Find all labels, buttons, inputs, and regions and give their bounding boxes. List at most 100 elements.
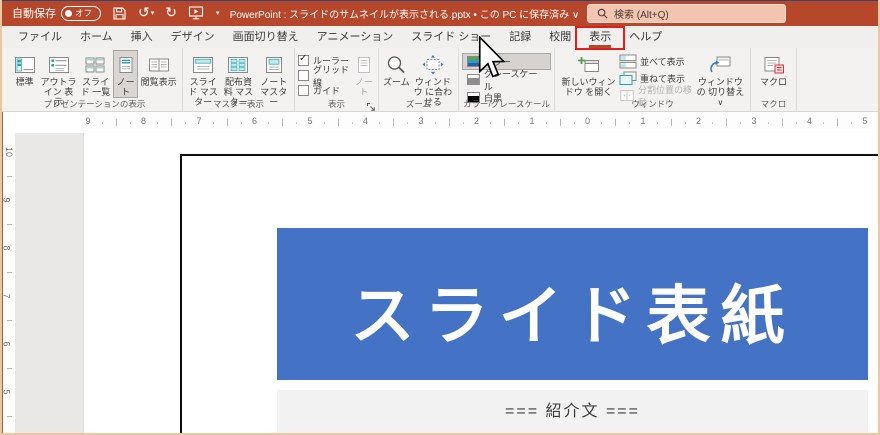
undo-icon: ↺ <box>138 6 150 20</box>
outline-view-icon <box>48 53 70 77</box>
saved-status-caret-icon: ∨ <box>572 10 579 21</box>
slide-sorter-button[interactable]: スライド 一覧 <box>78 50 113 98</box>
tab-file[interactable]: ファイル <box>9 27 71 48</box>
search-input[interactable]: 検索 (Alt+Q) <box>587 4 786 23</box>
button-label: ノート <box>354 77 374 97</box>
fit-to-window-icon <box>422 53 444 77</box>
button-label: ノート <box>114 77 137 97</box>
arrange-all-icon <box>619 54 637 69</box>
cascade-icon <box>619 71 637 86</box>
ruler-horizontal: 987654321012345 <box>82 112 878 134</box>
slide-sorter-icon <box>84 53 106 77</box>
slide-master-icon <box>192 53 214 77</box>
tab-record[interactable]: 記録 <box>500 27 540 48</box>
button-label: ズーム <box>383 77 410 87</box>
slide-title-text: スライド表紙 <box>351 265 795 357</box>
arrange-all-button[interactable]: 並べて表示 <box>619 54 694 69</box>
slideshow-icon <box>188 5 204 21</box>
save-button[interactable] <box>112 6 127 21</box>
mouse-cursor-icon <box>478 36 506 83</box>
switch-windows-icon <box>708 53 732 77</box>
group-label: マクロ <box>751 98 796 110</box>
customize-qat-button[interactable]: ▾ <box>215 9 220 17</box>
document-title: PowerPoint : スライドのサムネイルが表示される.pptx • この … <box>227 6 582 21</box>
group-label: プレゼンテーションの表示 <box>7 98 182 110</box>
button-label: 閲覧表示 <box>141 77 177 87</box>
redo-button[interactable]: ↻ <box>165 6 177 20</box>
button-label: マクロ <box>760 77 787 87</box>
tab-design[interactable]: デザイン <box>162 27 224 48</box>
slide-thumbnail-pane[interactable] <box>15 133 84 433</box>
slide-canvas[interactable]: スライド表紙 === 紹介文 === <box>84 133 878 433</box>
group-label: ズーム <box>379 98 458 110</box>
button-label: スライド 一覧 <box>79 77 112 97</box>
tab-home[interactable]: ホーム <box>71 27 122 48</box>
search-placeholder: 検索 (Alt+Q) <box>614 6 669 21</box>
autosave-toggle[interactable]: 自動保存 オフ <box>12 5 101 21</box>
group-label: カラー/グレースケール <box>459 98 554 110</box>
group-show: ルーラー グリッド線 ガイド ノート <box>295 48 379 111</box>
tab-review[interactable]: 校閲 <box>540 27 580 48</box>
notes-icon <box>355 53 373 77</box>
checkbox-label: ガイド <box>313 84 340 97</box>
checkbox-icon <box>298 85 309 96</box>
notes-master-icon <box>263 53 285 77</box>
tab-insert[interactable]: 挿入 <box>122 27 162 48</box>
ruler-vertical: 10987654 <box>3 133 15 433</box>
notes-button-disabled: ノート <box>353 50 375 98</box>
ribbon-view-tab-content: 標準 アウトライン 表示 スライド 一覧 <box>2 48 878 112</box>
handout-master-icon <box>227 53 249 77</box>
guides-checkbox[interactable]: ガイド <box>298 83 353 98</box>
tab-animations[interactable]: アニメーション <box>308 27 403 48</box>
tab-help[interactable]: ヘルプ <box>620 27 671 48</box>
chevron-down-icon: ▾ <box>216 9 220 17</box>
redo-icon: ↻ <box>165 6 177 20</box>
autosave-state: オフ <box>75 9 92 18</box>
checkbox-icon <box>298 55 309 66</box>
toggle-knob-icon <box>65 10 72 17</box>
zoom-button[interactable]: ズーム <box>382 50 411 88</box>
undo-button[interactable]: ↺ ▾ <box>138 6 154 20</box>
tab-transitions[interactable]: 画面切り替え <box>224 27 308 48</box>
checkbox-icon <box>298 70 309 81</box>
autosave-label: 自動保存 <box>12 5 56 21</box>
slide-title-placeholder[interactable]: スライド表紙 <box>277 228 868 380</box>
macros-icon <box>763 53 785 77</box>
normal-view-icon <box>14 53 36 77</box>
dialog-launcher-icon <box>366 102 376 112</box>
group-window: 新しいウィンドウ を開く 並べて表示 重ねて表示 分割位置の移動 <box>555 48 751 111</box>
slide-intro-placeholder[interactable]: === 紹介文 === <box>277 390 868 433</box>
group-presentation-views: 標準 アウトライン 表示 スライド 一覧 <box>7 48 183 111</box>
group-label: ウィンドウ <box>555 98 750 110</box>
group-label: マスター表示 <box>183 98 294 110</box>
button-label: 標準 <box>16 77 34 87</box>
button-label: 新しいウィンドウ を開く <box>559 77 618 97</box>
tab-view[interactable]: 表示 <box>580 27 620 48</box>
notes-page-icon <box>115 53 137 77</box>
undo-caret-icon: ▾ <box>151 9 155 17</box>
new-window-icon <box>578 53 600 77</box>
zoom-icon <box>385 53 407 77</box>
notes-page-button[interactable]: ノート <box>113 50 138 98</box>
new-window-button[interactable]: 新しいウィンドウ を開く <box>558 50 619 98</box>
slideshow-from-start-button[interactable] <box>188 5 204 21</box>
button-label: 並べて表示 <box>640 55 685 68</box>
dialog-launcher-button[interactable] <box>366 99 376 109</box>
normal-view-button[interactable]: 標準 <box>10 50 39 88</box>
macros-button[interactable]: マクロ <box>756 50 792 88</box>
quick-access-toolbar: 自動保存 オフ ↺ ▾ ↻ <box>2 5 220 21</box>
search-icon <box>597 8 608 19</box>
slide-intro-text: === 紹介文 === <box>505 397 640 433</box>
group-master-views: スライド マスター 配布資料 マスター ノート マスター マスター表示 <box>183 48 295 111</box>
autosave-switch[interactable]: オフ <box>61 6 101 21</box>
group-zoom: ズーム ウィンドウ に合わせる ズーム <box>379 48 459 111</box>
title-bar: 自動保存 オフ ↺ ▾ ↻ <box>2 0 878 26</box>
gridlines-checkbox[interactable]: グリッド線 <box>298 68 353 83</box>
reading-view-button[interactable]: 閲覧表示 <box>138 50 179 88</box>
annotation-highlight-box <box>575 26 625 50</box>
grayscale-button[interactable]: グレースケール <box>462 71 551 88</box>
group-color-grayscale: カラー グレースケール 白黒 カラー/グレースケール <box>459 48 555 111</box>
group-macros: マクロ マクロ <box>751 48 797 111</box>
reading-view-icon <box>148 53 170 77</box>
powerpoint-window: 自動保存 オフ ↺ ▾ ↻ <box>0 0 880 435</box>
